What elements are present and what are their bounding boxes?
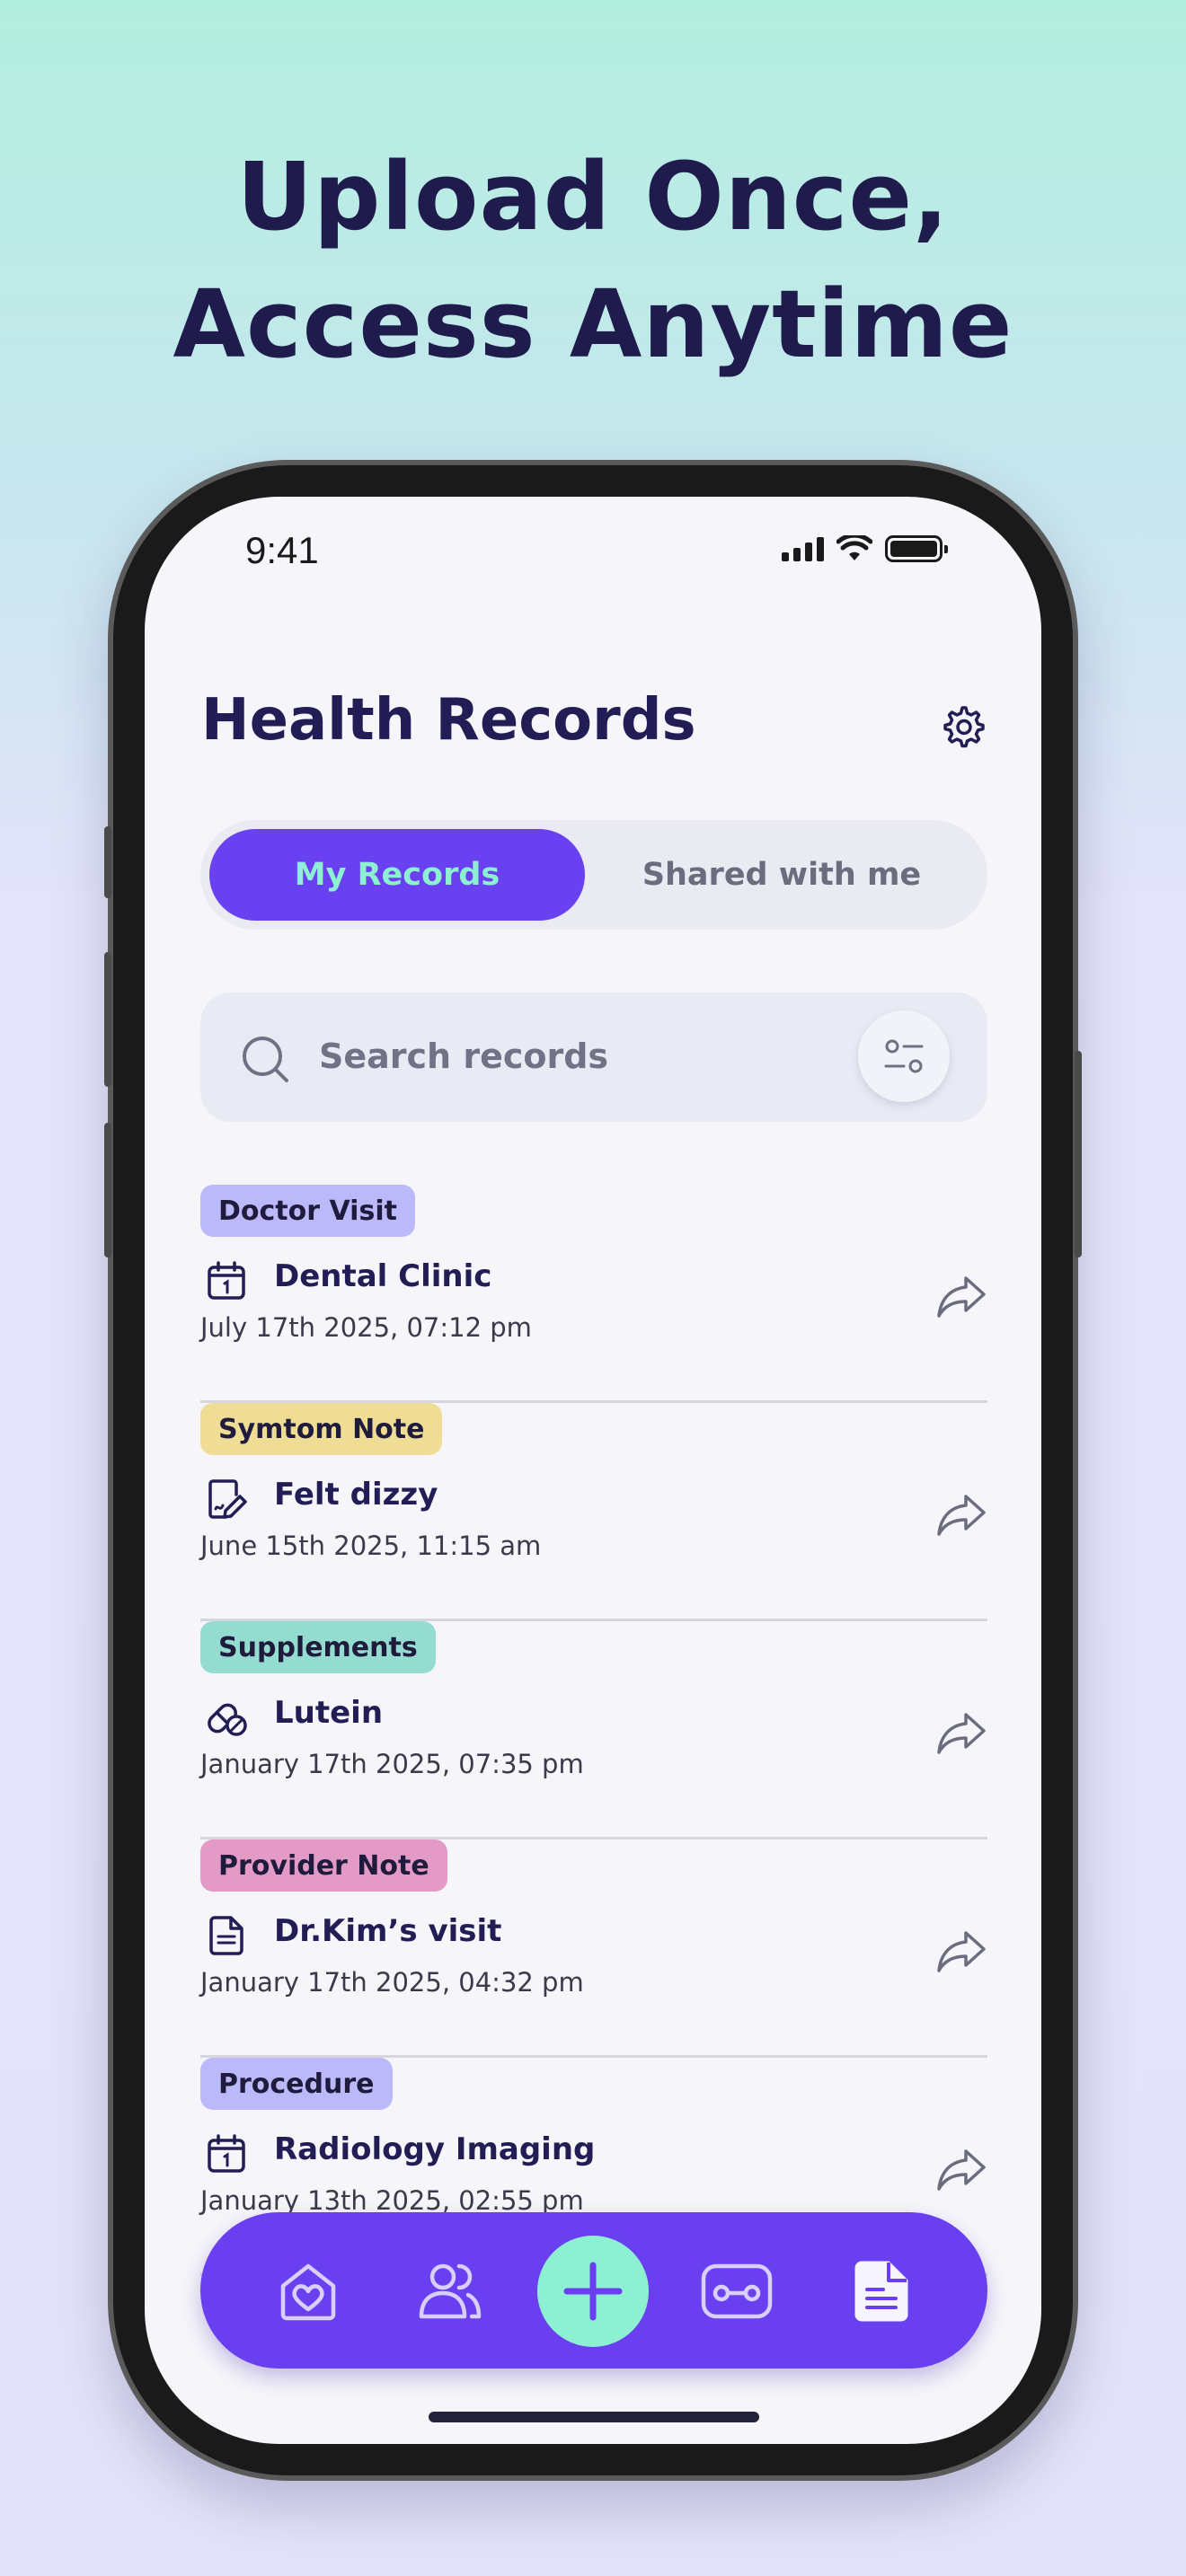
headline-line-1: Upload Once, [236,142,950,251]
phone-side-button [104,826,111,898]
people-icon[interactable] [418,2259,482,2324]
bottom-nav [200,2212,987,2369]
record-tag: Procedure [200,2058,393,2110]
filter-button[interactable] [858,1010,950,1102]
record-title: Dr.Kim’s visit [274,1913,502,1949]
search-bar [200,992,987,1122]
share-icon[interactable] [935,1711,987,1756]
phone-volume-up-button [104,952,111,1087]
record-item[interactable]: Doctor Visit Dental Clinic July 17th 202… [200,1185,987,1403]
record-tag: Symtom Note [200,1403,443,1455]
record-date: January 13th 2025, 02:55 pm [200,2185,584,2216]
gear-icon[interactable] [939,703,986,750]
record-item[interactable]: Symtom Note Felt dizzy June 15th 2025, 1… [200,1403,987,1621]
record-tag: Supplements [200,1621,436,1673]
share-icon[interactable] [935,1929,987,1974]
tab-my-records[interactable]: My Records [209,829,585,921]
records-tab-switcher: My Records Shared with me [200,820,987,930]
record-item[interactable]: Supplements Lutein January 17th 2025, 07… [200,1621,987,1839]
records-icon[interactable] [849,2259,914,2324]
home-indicator[interactable] [429,2412,759,2422]
note-pen-icon [208,1479,247,1519]
home-heart-icon[interactable] [276,2259,341,2324]
phone-volume-down-button [104,1123,111,1257]
status-time: 9:41 [245,529,319,571]
pill-icon [208,1703,247,1736]
page-title: Health Records [201,687,696,754]
search-input[interactable] [319,1028,822,1084]
record-item[interactable]: Provider Note Dr.Kim’s visit January 17t… [200,1839,987,2058]
wifi-icon [836,535,872,560]
record-date: July 17th 2025, 07:12 pm [200,1312,532,1343]
record-title: Dental Clinic [274,1258,492,1294]
phone-screen: 9:41 Health Records My Records Shared wi… [145,497,1041,2444]
record-title: Radiology Imaging [274,2131,596,2167]
search-icon [243,1037,288,1082]
record-title: Lutein [274,1695,384,1731]
headline: Upload Once, Access Anytime [0,133,1186,388]
document-icon [209,1916,243,1955]
headline-line-2: Access Anytime [173,269,1013,379]
record-date: June 15th 2025, 11:15 am [200,1531,542,1561]
record-tag: Provider Note [200,1839,447,1892]
record-date: January 17th 2025, 04:32 pm [200,1967,584,1998]
signal-icon [782,536,824,561]
add-record-button[interactable] [537,2236,649,2347]
share-icon[interactable] [935,1275,987,1319]
record-title: Felt dizzy [274,1477,438,1513]
add-icon [563,2262,623,2321]
calendar-icon [208,2134,245,2173]
status-icons [782,534,948,563]
record-date: January 17th 2025, 07:35 pm [200,1749,584,1779]
battery-icon [885,535,948,562]
phone-power-button [1075,1051,1082,1257]
share-icon[interactable] [935,1493,987,1538]
device-icon[interactable] [700,2259,774,2324]
calendar-icon [208,1261,245,1300]
filter-icon [884,1039,924,1073]
tab-shared-with-me[interactable]: Shared with me [594,829,969,921]
share-icon[interactable] [935,2148,987,2192]
record-tag: Doctor Visit [200,1185,415,1237]
